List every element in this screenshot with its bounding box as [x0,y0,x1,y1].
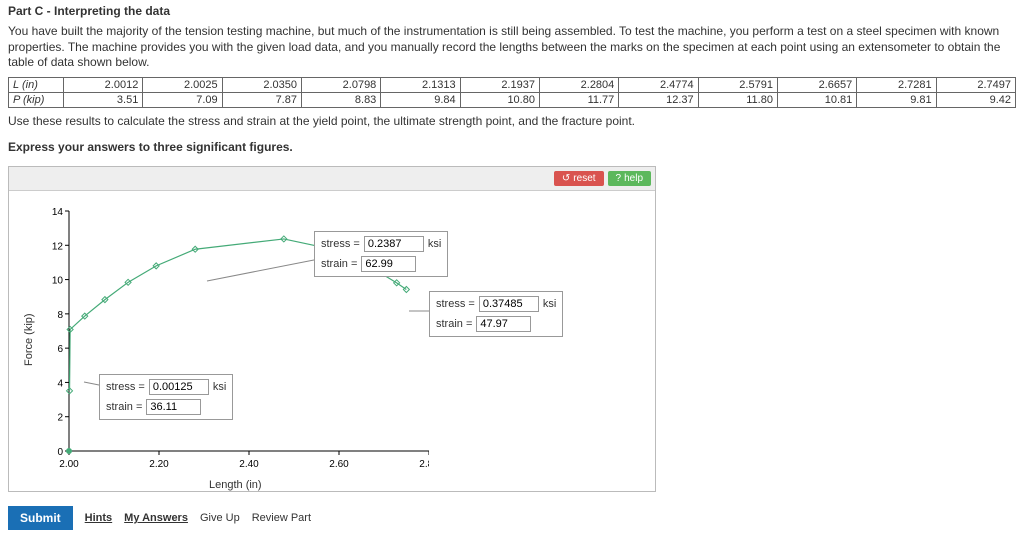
svg-text:12: 12 [52,241,64,252]
instruction-2: Express your answers to three significan… [0,134,1024,160]
svg-text:2.40: 2.40 [239,459,259,470]
row-label: P (kip) [9,92,64,107]
callout-yield: stress = ksi strain = [99,374,233,420]
ultimate-stress-input[interactable] [364,236,424,252]
svg-text:14: 14 [52,207,64,218]
part-description: You have built the majority of the tensi… [0,22,1024,77]
part-title: Part C - Interpreting the data [0,0,1024,22]
answer-area: ↺ reset ? help Force (kip) Length (in) 0… [8,166,656,492]
myanswers-link[interactable]: My Answers [124,512,188,524]
table-row: L (in) 2.00122.0025 2.03502.0798 2.13132… [9,77,1016,92]
yield-strain-input[interactable] [146,399,201,415]
callout-ultimate: stress = ksi strain = [314,231,448,277]
yield-stress-input[interactable] [149,379,209,395]
review-link[interactable]: Review Part [252,512,311,524]
button-row: Submit Hints My Answers Give Up Review P… [0,498,1024,538]
ultimate-strain-input[interactable] [361,256,416,272]
toolbar: ↺ reset ? help [9,167,655,191]
svg-text:2: 2 [57,412,63,423]
svg-text:2.20: 2.20 [149,459,169,470]
fracture-stress-input[interactable] [479,296,539,312]
help-button[interactable]: ? help [608,171,651,186]
hints-link[interactable]: Hints [85,512,113,524]
svg-text:2.60: 2.60 [329,459,349,470]
svg-text:4: 4 [57,378,63,389]
table-row: P (kip) 3.517.09 7.878.83 9.8410.80 11.7… [9,92,1016,107]
help-icon: ? [616,173,622,184]
instruction-1: Use these results to calculate the stres… [0,108,1024,134]
svg-text:10: 10 [52,275,64,286]
svg-text:0: 0 [57,447,63,458]
svg-text:2.80: 2.80 [419,459,429,470]
reset-button[interactable]: ↺ reset [554,171,604,186]
fracture-strain-input[interactable] [476,316,531,332]
reset-icon: ↺ [562,173,570,184]
giveup-link[interactable]: Give Up [200,512,240,524]
svg-text:2.00: 2.00 [59,459,79,470]
svg-text:8: 8 [57,310,63,321]
callout-fracture: stress = ksi strain = [429,291,563,337]
submit-button[interactable]: Submit [8,506,73,530]
plot-area: Force (kip) Length (in) 024681012142.002… [9,191,655,491]
data-table: L (in) 2.00122.0025 2.03502.0798 2.13132… [8,77,1016,108]
svg-text:6: 6 [57,344,63,355]
row-label: L (in) [9,77,64,92]
